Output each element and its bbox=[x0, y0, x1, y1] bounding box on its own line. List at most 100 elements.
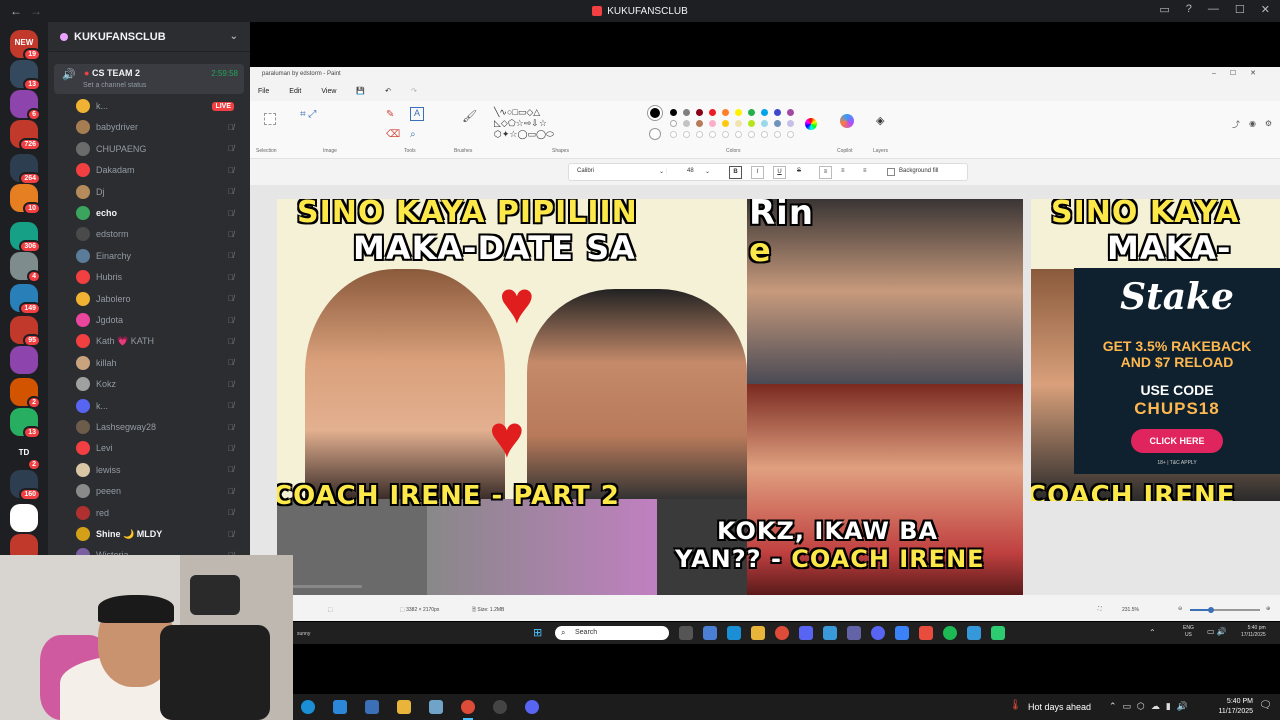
fit-to-window-icon[interactable]: ⛶ bbox=[1098, 606, 1102, 612]
palette-swatch[interactable] bbox=[683, 109, 690, 116]
brush-icon[interactable]: 🖌 bbox=[462, 109, 477, 123]
server-icon[interactable]: 6 bbox=[10, 90, 41, 121]
custom-color-slot[interactable] bbox=[683, 131, 690, 138]
server-icon[interactable]: 95 bbox=[10, 316, 41, 347]
server-icon[interactable]: 10 bbox=[10, 184, 41, 215]
italic-button[interactable]: I bbox=[751, 166, 764, 179]
eraser-icon[interactable]: ⌫ bbox=[386, 129, 400, 140]
custom-color-slot[interactable] bbox=[735, 131, 742, 138]
server-icon[interactable] bbox=[10, 504, 38, 532]
windows-start-icon[interactable]: ⊞ bbox=[533, 626, 542, 639]
chevron-down-icon[interactable]: ⌄ bbox=[705, 168, 710, 175]
font-family-select[interactable]: Calibri bbox=[577, 168, 667, 174]
teams-icon[interactable] bbox=[847, 626, 861, 640]
palette-swatch[interactable] bbox=[787, 109, 794, 116]
outer-clock[interactable]: 5:40 PM 11/17/2025 bbox=[1197, 697, 1253, 717]
voice-user[interactable]: Einarchy 🎙̸ bbox=[76, 246, 246, 266]
server-icon[interactable]: 13 bbox=[10, 60, 41, 91]
help-icon[interactable]: ? bbox=[1186, 3, 1192, 16]
pencil-icon[interactable]: ✎ bbox=[386, 109, 394, 120]
copilot-icon[interactable] bbox=[840, 114, 854, 128]
selection-icon[interactable] bbox=[264, 113, 276, 125]
inner-clock[interactable]: 5:40 pm 17/11/2025 bbox=[1241, 625, 1266, 639]
voice-user[interactable]: Jabolero 🎙̸ bbox=[76, 289, 246, 309]
share-icon[interactable]: ⤴ bbox=[1232, 119, 1240, 130]
palette-swatch[interactable] bbox=[761, 120, 768, 127]
font-size-select[interactable]: 48 bbox=[687, 168, 694, 174]
server-icon[interactable]: NEW 19 bbox=[10, 30, 41, 61]
background-fill-checkbox[interactable] bbox=[887, 168, 895, 176]
custom-color-slot[interactable] bbox=[774, 131, 781, 138]
custom-color-slot[interactable] bbox=[709, 131, 716, 138]
task-view-icon[interactable] bbox=[679, 626, 693, 640]
discord-icon[interactable] bbox=[871, 626, 885, 640]
spotify-icon[interactable] bbox=[943, 626, 957, 640]
palette-swatch[interactable] bbox=[722, 120, 729, 127]
undo-icon[interactable]: ↶ bbox=[385, 87, 391, 95]
minimize-button[interactable]: — bbox=[1208, 3, 1219, 16]
zoom-out-icon[interactable]: ⊖ bbox=[1178, 606, 1182, 612]
inbox-icon[interactable]: ▭ bbox=[1159, 3, 1169, 16]
app-icon[interactable] bbox=[365, 700, 379, 714]
server-icon[interactable]: 2 bbox=[10, 378, 41, 409]
text-tool-icon[interactable]: A bbox=[410, 107, 424, 121]
voice-user[interactable]: CHUPAENG 🎙̸ bbox=[76, 139, 246, 159]
zoom-level[interactable]: 231.5% bbox=[1122, 607, 1139, 613]
palette-swatch[interactable] bbox=[670, 109, 677, 116]
tray-chevron-icon[interactable]: ⌃ bbox=[1149, 628, 1156, 637]
file-explorer-icon[interactable] bbox=[751, 626, 765, 640]
underline-button[interactable]: U bbox=[773, 166, 786, 179]
save-icon[interactable]: 💾 bbox=[356, 87, 365, 95]
menu-file[interactable]: File bbox=[258, 88, 269, 95]
server-header[interactable]: KUKUFANSCLUB ⌄ bbox=[48, 22, 250, 52]
voice-user[interactable]: lewiss 🎙̸ bbox=[76, 460, 246, 480]
chrome-icon[interactable] bbox=[461, 700, 475, 714]
zoom-slider[interactable] bbox=[1190, 607, 1260, 613]
system-tray-icons[interactable]: ⌃▭⬡☁▮🔊 bbox=[1109, 701, 1194, 712]
chrome-icon[interactable] bbox=[775, 626, 789, 640]
palette-swatch[interactable] bbox=[709, 120, 716, 127]
copilot-taskbar-icon[interactable] bbox=[703, 626, 717, 640]
language-indicator[interactable]: ENG US bbox=[1183, 625, 1194, 639]
edit-colors-icon[interactable] bbox=[805, 118, 817, 130]
shapes-gallery[interactable]: ╲∿○□▭◇△ ◺◇⬠☆⇨⇩☆ ⬡✦☆◯▭◯⬭ bbox=[494, 107, 574, 140]
strikethrough-button[interactable]: S bbox=[797, 168, 801, 174]
align-right-button[interactable]: ≡ bbox=[863, 168, 867, 174]
obs-icon[interactable] bbox=[493, 700, 507, 714]
voice-user[interactable]: peeen 🎙̸ bbox=[76, 481, 246, 501]
palette-swatch[interactable] bbox=[774, 120, 781, 127]
voice-user[interactable]: Shine 🌙 MLDY 🎙̸ bbox=[76, 524, 246, 544]
voice-user[interactable]: Lashsegway28 🎙̸ bbox=[76, 417, 246, 437]
palette-swatch[interactable] bbox=[722, 109, 729, 116]
paint-window-controls[interactable]: –☐✕ bbox=[1212, 69, 1270, 77]
palette-swatch[interactable] bbox=[696, 120, 703, 127]
outer-weather[interactable]: Hot days ahead bbox=[1028, 702, 1091, 712]
maximize-button[interactable]: ☐ bbox=[1235, 3, 1245, 16]
custom-color-slot[interactable] bbox=[670, 131, 677, 138]
palette-swatch[interactable] bbox=[761, 109, 768, 116]
voice-user[interactable]: Dj 🎙̸ bbox=[76, 182, 246, 202]
network-volume-icon[interactable]: ▭ 🔊 bbox=[1207, 627, 1227, 636]
app-icon[interactable] bbox=[967, 626, 981, 640]
align-center-button[interactable]: ≡ bbox=[841, 168, 845, 174]
server-icon[interactable] bbox=[10, 346, 38, 374]
server-icon[interactable]: 4 bbox=[10, 252, 41, 283]
account-icon[interactable]: ◉ bbox=[1249, 119, 1256, 128]
horizontal-scrollbar[interactable] bbox=[290, 585, 362, 588]
secondary-color[interactable] bbox=[649, 128, 661, 140]
palette-swatch[interactable] bbox=[735, 109, 742, 116]
voice-user[interactable]: edstorm 🎙̸ bbox=[76, 224, 246, 244]
file-explorer-icon[interactable] bbox=[397, 700, 411, 714]
server-icon[interactable]: 264 bbox=[10, 154, 41, 185]
custom-color-slot[interactable] bbox=[761, 131, 768, 138]
voice-user[interactable]: Kokz 🎙̸ bbox=[76, 374, 246, 394]
close-button[interactable]: ✕ bbox=[1261, 3, 1270, 16]
palette-swatch[interactable] bbox=[670, 120, 677, 127]
custom-color-slot[interactable] bbox=[748, 131, 755, 138]
custom-color-slot[interactable] bbox=[787, 131, 794, 138]
palette-swatch[interactable] bbox=[696, 109, 703, 116]
voice-user[interactable]: Wisteria🎙̸ bbox=[76, 545, 246, 555]
server-icon[interactable]: 160 bbox=[10, 470, 41, 501]
back-arrow-icon[interactable]: ← bbox=[10, 4, 22, 18]
voice-user[interactable]: killah 🎙̸ bbox=[76, 353, 246, 373]
